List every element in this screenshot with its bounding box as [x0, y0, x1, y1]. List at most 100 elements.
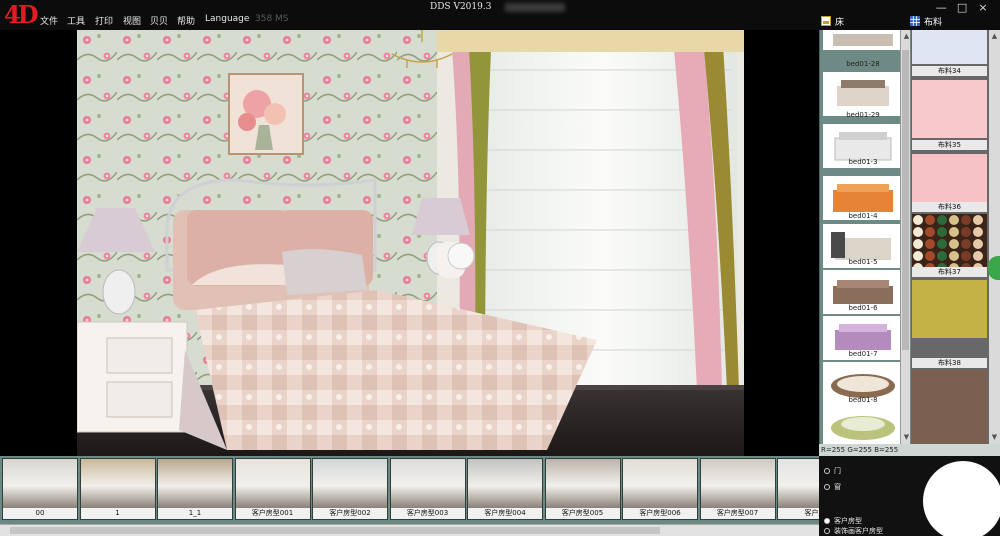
- room-strip-scroll-thumb[interactable]: [10, 527, 660, 534]
- fabric-swatch-34[interactable]: [912, 30, 987, 64]
- model-label: bed01-8: [848, 396, 878, 404]
- scroll-down-icon[interactable]: ▼: [902, 433, 911, 441]
- room-preview-image: [313, 459, 387, 508]
- option-label: 窗: [834, 483, 841, 491]
- option-customer-room[interactable]: 客户房型: [824, 516, 862, 526]
- option-label: 装饰画客户房型: [834, 527, 883, 535]
- fabric-scrollbar[interactable]: ▲ ▼: [989, 30, 1000, 444]
- room-thumb[interactable]: 客户房型006: [622, 458, 698, 520]
- menu-print[interactable]: 打印: [95, 14, 113, 27]
- room-thumb[interactable]: 客户房型001: [234, 458, 311, 520]
- option-door[interactable]: 门: [824, 466, 841, 476]
- model-thumb-bed01-29[interactable]: [823, 72, 903, 116]
- room-preview-image: [3, 459, 77, 508]
- room-preview-image: [235, 459, 310, 508]
- fabric-label: 布料35: [912, 140, 987, 150]
- room-thumb[interactable]: 客户房型007: [699, 458, 776, 520]
- room-label: 客户房型005: [545, 508, 620, 519]
- fabric-panel-title: 布料: [924, 17, 943, 28]
- model-label: bed01-4: [848, 212, 878, 220]
- side-toggle-button[interactable]: [988, 256, 1000, 280]
- bedroom-scene: [77, 30, 744, 456]
- model-label: bed01-6: [848, 304, 878, 312]
- model-label: bed01-28: [846, 60, 880, 68]
- close-button[interactable]: ×: [974, 1, 992, 14]
- bed-thumbnail: [833, 34, 893, 46]
- fabric-label: 布料38: [912, 358, 987, 368]
- model-label: bed01-3: [848, 158, 878, 166]
- model-panel-title: 床: [835, 17, 845, 28]
- model-label: bed01-5: [848, 258, 878, 266]
- fabric-panel-header[interactable]: 布料: [910, 13, 942, 29]
- option-label: 客户房型: [834, 517, 862, 525]
- fabric-grid-icon: [910, 16, 920, 26]
- room-thumb[interactable]: 客户房型003: [389, 458, 466, 520]
- render-time: 358 MS: [255, 14, 289, 24]
- option-label: 门: [834, 467, 841, 475]
- fabric-swatch-39[interactable]: [912, 370, 987, 444]
- room-label: 客户房型003: [390, 508, 465, 519]
- room-preview-image: [80, 459, 155, 508]
- room-label: 客户房型001: [235, 508, 310, 519]
- window-title: DDS V2019.3: [430, 2, 492, 12]
- menu-bar: 4D 文件 工具 打印 视图 贝贝 帮助 Language 358 MS DDS…: [0, 0, 1000, 30]
- room-label: 客户房型007: [700, 508, 775, 519]
- room-thumb[interactable]: 1: [79, 458, 156, 520]
- round-action-button[interactable]: [918, 456, 1000, 536]
- menu-language[interactable]: Language: [205, 14, 249, 24]
- room-preview-image: [545, 459, 620, 508]
- fabric-panel: 布料34 布料35 布料36 布料37 布料38: [911, 30, 989, 444]
- bed-thumbnail: [831, 416, 895, 440]
- room-preview-image: [623, 459, 697, 508]
- model-scrollbar[interactable]: ▲ ▼: [900, 30, 910, 444]
- app-logo: 4D: [4, 0, 38, 29]
- room-label: 1: [80, 508, 155, 519]
- room-label: 00: [3, 508, 77, 519]
- color-readout: R=255 G=255 B=255: [819, 444, 1000, 456]
- room-label: 客户房型002: [313, 508, 387, 519]
- fabric-swatch-38[interactable]: [912, 280, 987, 338]
- fabric-swatch-37[interactable]: [912, 214, 987, 273]
- model-thumb-bed01-28[interactable]: [823, 30, 903, 50]
- scroll-up-icon[interactable]: ▲: [990, 32, 999, 40]
- room-strip-scrollbar[interactable]: [0, 524, 819, 536]
- model-panel-header[interactable]: 床: [821, 13, 844, 29]
- radio-icon: [824, 528, 830, 534]
- title-redaction: [505, 3, 565, 12]
- fabric-label: 布料36: [912, 202, 987, 212]
- room-thumb[interactable]: 客户房型005: [544, 458, 621, 520]
- menu-beibei[interactable]: 贝贝: [150, 14, 168, 27]
- room-preview-image: [468, 459, 542, 508]
- room-label: 客户房型004: [468, 508, 542, 519]
- radio-icon: [824, 468, 830, 474]
- model-panel: bed01-28 bed01-29 bed01-3 bed01-4 bed01-…: [819, 30, 911, 444]
- menu-tools[interactable]: 工具: [67, 14, 85, 27]
- room-thumb[interactable]: 00: [2, 458, 78, 520]
- maximize-button[interactable]: □: [953, 1, 971, 14]
- menu-help[interactable]: 帮助: [177, 14, 195, 27]
- menu-file[interactable]: 文件: [40, 14, 58, 27]
- fabric-label: 布料37: [912, 267, 987, 277]
- bed-icon: [821, 16, 831, 26]
- model-label: bed01-7: [848, 350, 878, 358]
- room-type-strip: 00 1 1_1 客户房型001 客户房型002 客户房型003 客户房型004 客户房型00…: [0, 456, 853, 524]
- room-thumb[interactable]: 客户房型004: [467, 458, 543, 520]
- fabric-label: 布料34: [912, 66, 987, 76]
- room-thumb[interactable]: 客户房型002: [312, 458, 388, 520]
- scroll-down-icon[interactable]: ▼: [990, 433, 999, 441]
- render-viewport[interactable]: [0, 30, 819, 456]
- menu-view[interactable]: 视图: [123, 14, 141, 27]
- model-label: bed01-29: [846, 111, 880, 119]
- radio-selected-icon: [824, 518, 830, 524]
- option-decor-room[interactable]: 装饰画客户房型: [824, 526, 883, 536]
- option-window[interactable]: 窗: [824, 482, 841, 492]
- fabric-swatch-35[interactable]: [912, 80, 987, 138]
- room-preview-image: [700, 459, 775, 508]
- room-label: 1_1: [158, 508, 232, 519]
- room-thumb[interactable]: 1_1: [157, 458, 233, 520]
- radio-icon: [824, 484, 830, 490]
- bed-thumbnail: [837, 80, 889, 106]
- scroll-up-icon[interactable]: ▲: [902, 32, 911, 40]
- model-scroll-thumb[interactable]: [902, 50, 909, 350]
- model-thumb-round-bed[interactable]: [823, 406, 903, 444]
